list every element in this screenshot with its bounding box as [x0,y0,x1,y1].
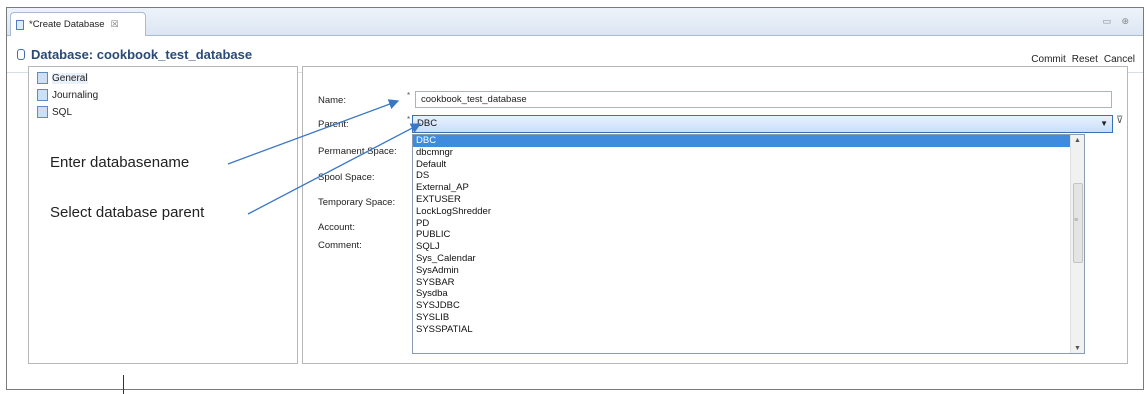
editor-tab-bar: *Create Database ☒ ▭ ⊕ [7,8,1143,36]
dropdown-option[interactable]: Sys_Calendar [413,253,1070,265]
parent-dropdown-list[interactable]: DBC dbcmngr Default DS External_AP EXTUSER Loc… [412,134,1085,354]
nav-item-general[interactable]: General [37,71,88,85]
nav-item-label: SQL [52,106,73,118]
database-icon [17,49,25,60]
temporary-space-label: Temporary Space: [318,197,396,208]
page-icon [37,106,48,118]
permanent-space-label: Permanent Space: [318,146,397,157]
tab-title: *Create Database [29,19,105,30]
dropdown-option[interactable]: External_AP [413,182,1070,194]
commit-button[interactable]: Commit [1031,54,1065,65]
dropdown-option[interactable]: DBC [413,135,1070,147]
name-required-mark: * [407,91,411,100]
dropdown-option[interactable]: SQLJ [413,241,1070,253]
cancel-button[interactable]: Cancel [1104,54,1135,65]
dropdown-option[interactable]: dbcmngr [413,147,1070,159]
dropdown-option[interactable]: Default [413,159,1070,171]
window-controls[interactable]: ▭ ⊕ [1102,16,1133,27]
dropdown-option[interactable]: Sysdba [413,288,1070,300]
name-input[interactable]: cookbook_test_database [415,91,1112,108]
header-actions: Commit Reset Cancel [1031,54,1135,65]
comment-label: Comment: [318,240,362,251]
parent-select-value: DBC [417,118,438,129]
dropdown-option[interactable]: DS [413,170,1070,182]
dropdown-options: DBC dbcmngr Default DS External_AP EXTUSER Loc… [413,135,1070,336]
chevron-down-icon[interactable]: ▼ [1100,116,1108,132]
nav-item-sql[interactable]: SQL [37,105,72,119]
dropdown-option[interactable]: SysAdmin [413,265,1070,277]
dropdown-option[interactable]: SYSJDBC [413,300,1070,312]
dropdown-option[interactable]: SYSBAR [413,277,1070,289]
document-icon [16,19,24,30]
annotation-enter-name: Enter databasename [50,154,190,171]
page-icon [37,72,48,84]
tab-create-database[interactable]: *Create Database ☒ [10,12,146,36]
parent-required-mark: * [407,115,411,124]
dropdown-option[interactable]: SYSLIB [413,312,1070,324]
dropdown-option[interactable]: PUBLIC [413,229,1070,241]
account-label: Account: [318,222,355,233]
parent-label: Parent: [318,119,349,130]
page-title: Database: cookbook_test_database [31,47,253,62]
dropdown-option[interactable]: EXTUSER [413,194,1070,206]
dropdown-option[interactable]: LockLogShredder [413,206,1070,218]
parent-select[interactable]: DBC ▼ [412,115,1113,133]
dropdown-option[interactable]: SYSSPATIAL [413,324,1070,336]
close-tab-icon[interactable]: ☒ [111,19,119,30]
scroll-down-icon[interactable]: ▼ [1074,345,1081,352]
name-label: Name: [318,95,346,106]
grip-icon: ≡ [1074,217,1079,224]
reset-button[interactable]: Reset [1072,54,1098,65]
page-icon [37,89,48,101]
filter-icon[interactable]: ⊽ [1116,115,1123,126]
annotation-select-parent: Select database parent [50,204,205,221]
dropdown-option[interactable]: PD [413,218,1070,230]
nav-item-label: Journaling [52,89,99,101]
nav-item-journaling[interactable]: Journaling [37,88,98,102]
spool-space-label: Spool Space: [318,172,375,183]
divider-line [123,375,124,394]
nav-item-label: General [52,72,88,84]
dropdown-scrollbar[interactable]: ▲ ≡ ▼ [1070,135,1084,353]
scroll-up-icon[interactable]: ▲ [1074,137,1081,144]
